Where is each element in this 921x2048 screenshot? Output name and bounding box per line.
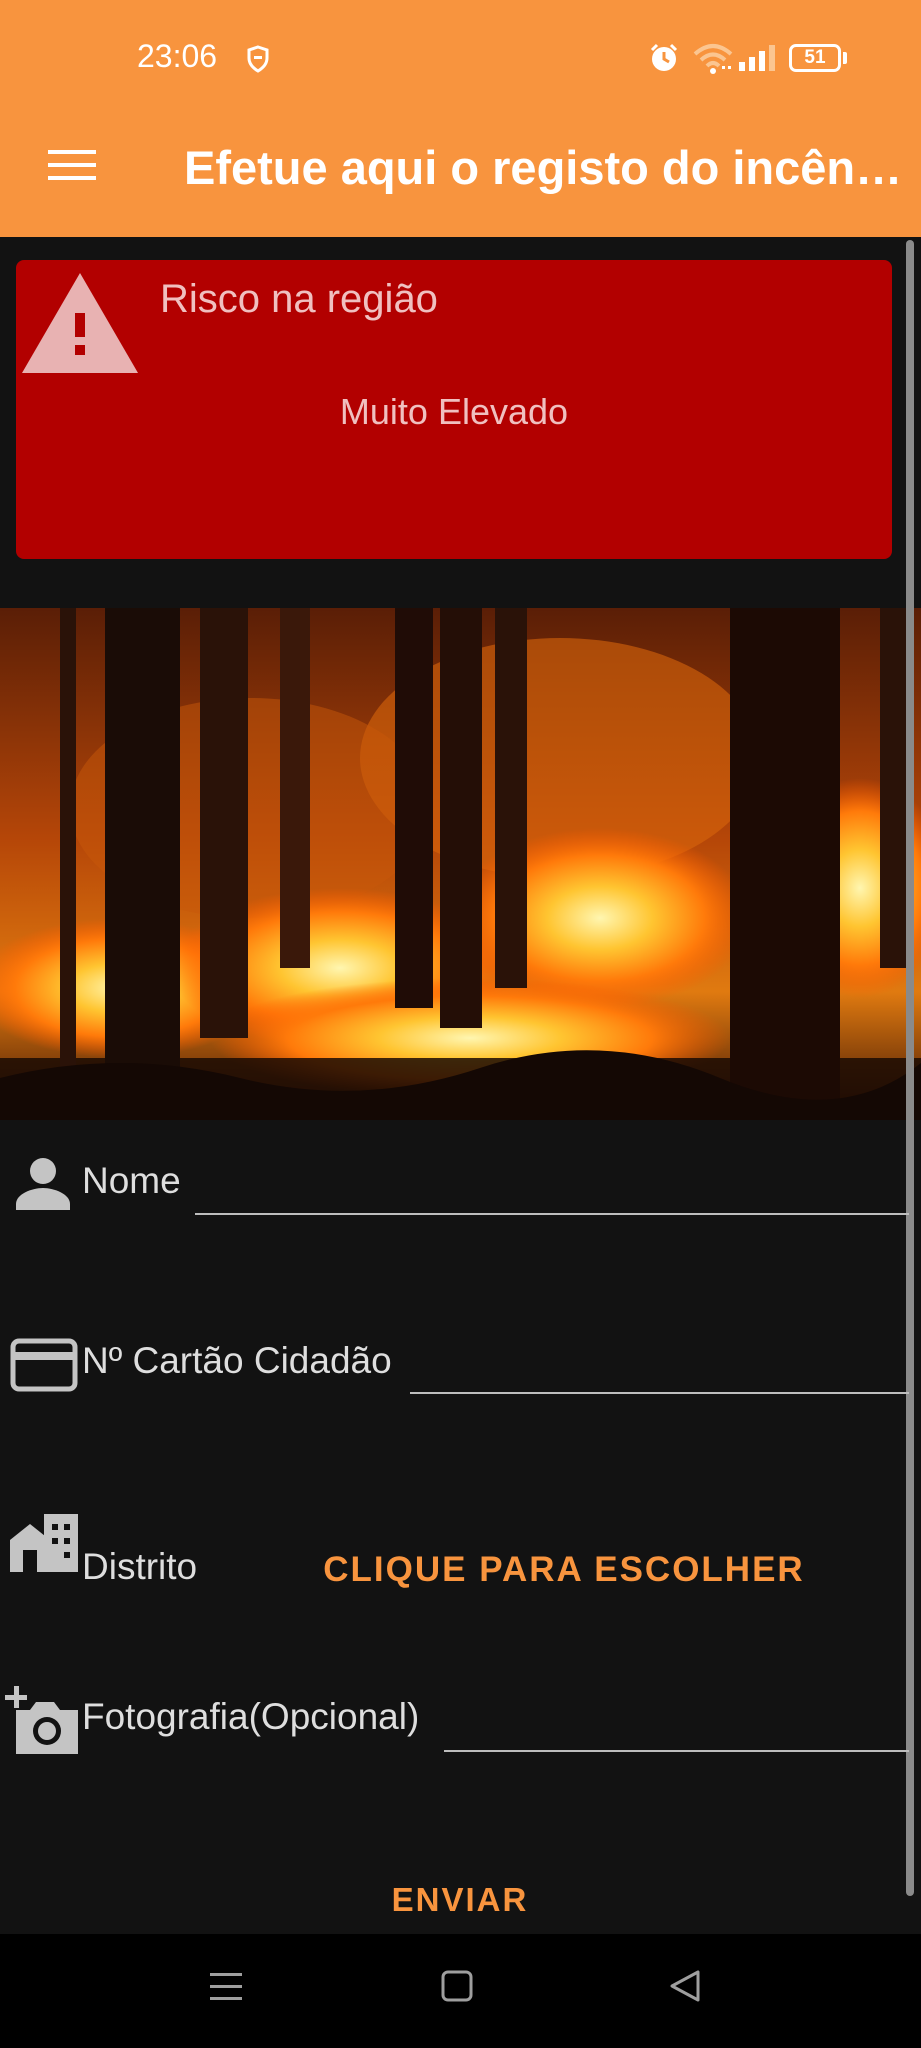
photo-label: Fotografia(Opcional) [82, 1696, 420, 1737]
page-title: Efetue aqui o registo do incêndio [184, 141, 904, 194]
risk-title: Risco na região [160, 277, 438, 321]
name-label: Nome [82, 1160, 181, 1201]
hamburger-menu-icon[interactable] [36, 138, 108, 192]
recent-apps-icon[interactable] [208, 1967, 244, 2007]
building-icon [10, 1514, 78, 1572]
status-bar: 23:06 51 [0, 0, 921, 118]
card-icon [10, 1338, 78, 1392]
forest-fire-image [0, 608, 921, 1120]
add-photo-icon [5, 1686, 78, 1754]
submit-button[interactable]: ENVIAR [320, 1870, 600, 1930]
person-icon [16, 1158, 70, 1210]
district-label: Distrito [82, 1546, 198, 1587]
warning-icon [22, 273, 138, 373]
battery-tip [843, 52, 847, 64]
citizen-card-label: Nº Cartão Cidadão [82, 1340, 392, 1381]
risk-level: Muito Elevado [339, 391, 569, 432]
signal-icon [739, 45, 775, 71]
home-icon[interactable] [440, 1968, 474, 2004]
photo-field[interactable] [444, 1750, 909, 1752]
vpn-shield-icon [247, 45, 269, 73]
name-field[interactable] [195, 1213, 909, 1215]
status-time: 23:06 [137, 38, 218, 74]
alarm-icon [650, 43, 678, 71]
system-nav-bar [0, 1934, 921, 2048]
citizen-card-field[interactable] [410, 1392, 909, 1394]
choose-district-button[interactable]: CLIQUE PARA ESCOLHER [314, 1540, 814, 1600]
wifi-icon [693, 44, 733, 74]
battery-icon: 51 [789, 44, 841, 72]
scrollbar[interactable] [906, 240, 914, 1896]
back-icon[interactable] [668, 1968, 704, 2004]
